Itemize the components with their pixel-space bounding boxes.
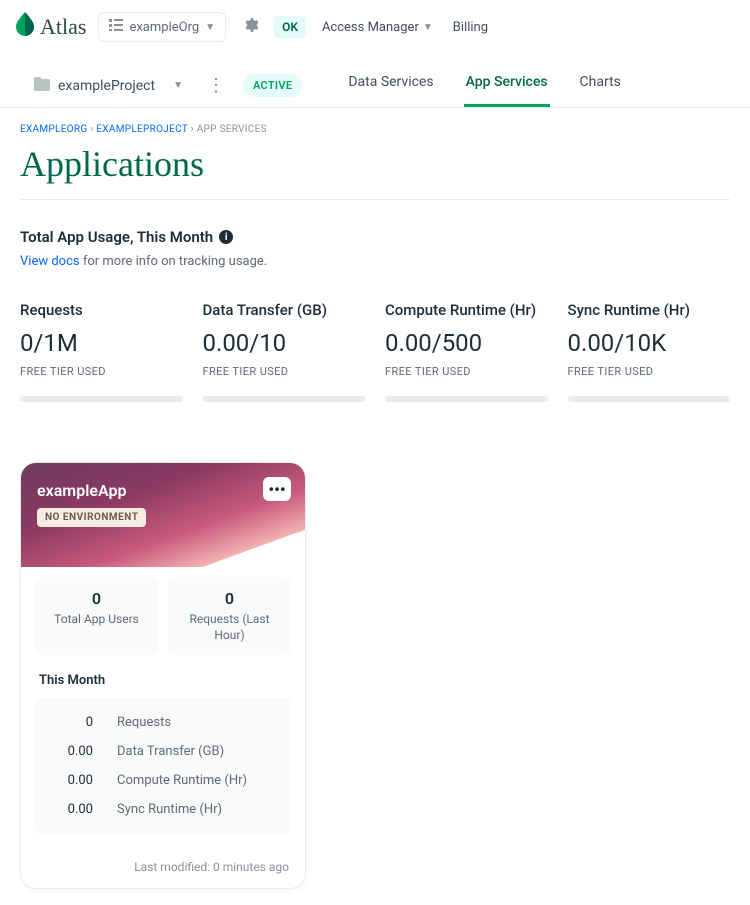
chevron-down-icon: ▼ — [423, 22, 433, 33]
nav-billing[interactable]: Billing — [449, 16, 492, 39]
brand-name: Atlas — [40, 14, 86, 40]
sub-bar: exampleProject ▼ ⋮ ACTIVE Data Services … — [0, 54, 750, 108]
app-requests-box: 0 Requests (Last Hour) — [168, 577, 291, 655]
leaf-icon — [16, 12, 34, 42]
tab-app-services[interactable]: App Services — [464, 64, 550, 107]
chevron-down-icon: ▼ — [173, 80, 183, 91]
stat-row: 0.00 Data Transfer (GB) — [49, 737, 277, 766]
breadcrumb-org[interactable]: EXAMPLEORG — [20, 124, 87, 135]
divider — [20, 199, 730, 200]
org-icon — [109, 18, 123, 36]
top-bar: Atlas exampleOrg ▼ OK Access Manager ▼ B… — [0, 0, 750, 54]
org-selector[interactable]: exampleOrg ▼ — [98, 12, 226, 42]
usage-subtext: View docs for more info on tracking usag… — [20, 254, 730, 269]
app-name: exampleApp — [37, 481, 289, 500]
brand-logo[interactable]: Atlas — [16, 12, 86, 42]
gear-icon — [242, 17, 258, 33]
app-card-body: 0 Total App Users 0 Requests (Last Hour)… — [21, 567, 305, 848]
chevron-down-icon: ▼ — [205, 22, 215, 33]
progress-bar — [568, 396, 731, 402]
view-docs-link[interactable]: View docs — [20, 254, 80, 269]
metric-compute-runtime: Compute Runtime (Hr) 0.00/500 FREE TIER … — [385, 301, 548, 402]
stat-row: 0.00 Sync Runtime (Hr) — [49, 795, 277, 824]
folder-icon — [34, 77, 50, 95]
app-card-footer: Last modified: 0 minutes ago — [21, 848, 305, 888]
metric-sync-runtime: Sync Runtime (Hr) 0.00/10K FREE TIER USE… — [568, 301, 731, 402]
metric-data-transfer: Data Transfer (GB) 0.00/10 FREE TIER USE… — [203, 301, 366, 402]
tab-data-services[interactable]: Data Services — [346, 64, 435, 107]
org-name: exampleOrg — [129, 20, 199, 35]
project-name: exampleProject — [58, 78, 155, 94]
project-selector[interactable]: exampleProject ▼ — [28, 73, 189, 99]
progress-bar — [385, 396, 548, 402]
app-card-header: exampleApp ••• NO ENVIRONMENT — [21, 463, 305, 567]
tab-charts[interactable]: Charts — [578, 64, 623, 107]
breadcrumb: EXAMPLEORG › EXAMPLEPROJECT › APP SERVIC… — [20, 124, 730, 135]
metric-requests: Requests 0/1M FREE TIER USED — [20, 301, 183, 402]
breadcrumb-current: APP SERVICES — [197, 124, 267, 135]
status-ok-badge: OK — [274, 16, 306, 38]
nav-access-manager[interactable]: Access Manager ▼ — [318, 16, 437, 39]
environment-badge: NO ENVIRONMENT — [37, 508, 146, 527]
app-card[interactable]: exampleApp ••• NO ENVIRONMENT 0 Total Ap… — [20, 462, 306, 889]
sub-tabs: Data Services App Services Charts — [346, 64, 623, 107]
stat-row: 0 Requests — [49, 708, 277, 737]
settings-button[interactable] — [238, 13, 262, 41]
this-month-label: This Month — [39, 673, 291, 688]
stat-row: 0.00 Compute Runtime (Hr) — [49, 766, 277, 795]
usage-header: Total App Usage, This Month i — [20, 228, 730, 246]
metrics-row: Requests 0/1M FREE TIER USED Data Transf… — [20, 301, 730, 402]
page-title: Applications — [20, 143, 730, 185]
progress-bar — [20, 396, 183, 402]
app-stats-table: 0 Requests 0.00 Data Transfer (GB) 0.00 … — [35, 698, 291, 834]
content-area: EXAMPLEORG › EXAMPLEPROJECT › APP SERVIC… — [0, 108, 750, 905]
info-icon[interactable]: i — [219, 230, 233, 244]
app-users-box: 0 Total App Users — [35, 577, 158, 655]
project-menu-button[interactable]: ⋮ — [203, 75, 229, 96]
progress-bar — [203, 396, 366, 402]
app-card-menu-button[interactable]: ••• — [263, 477, 291, 501]
project-status-badge: ACTIVE — [243, 74, 302, 97]
breadcrumb-project[interactable]: EXAMPLEPROJECT — [96, 124, 187, 135]
